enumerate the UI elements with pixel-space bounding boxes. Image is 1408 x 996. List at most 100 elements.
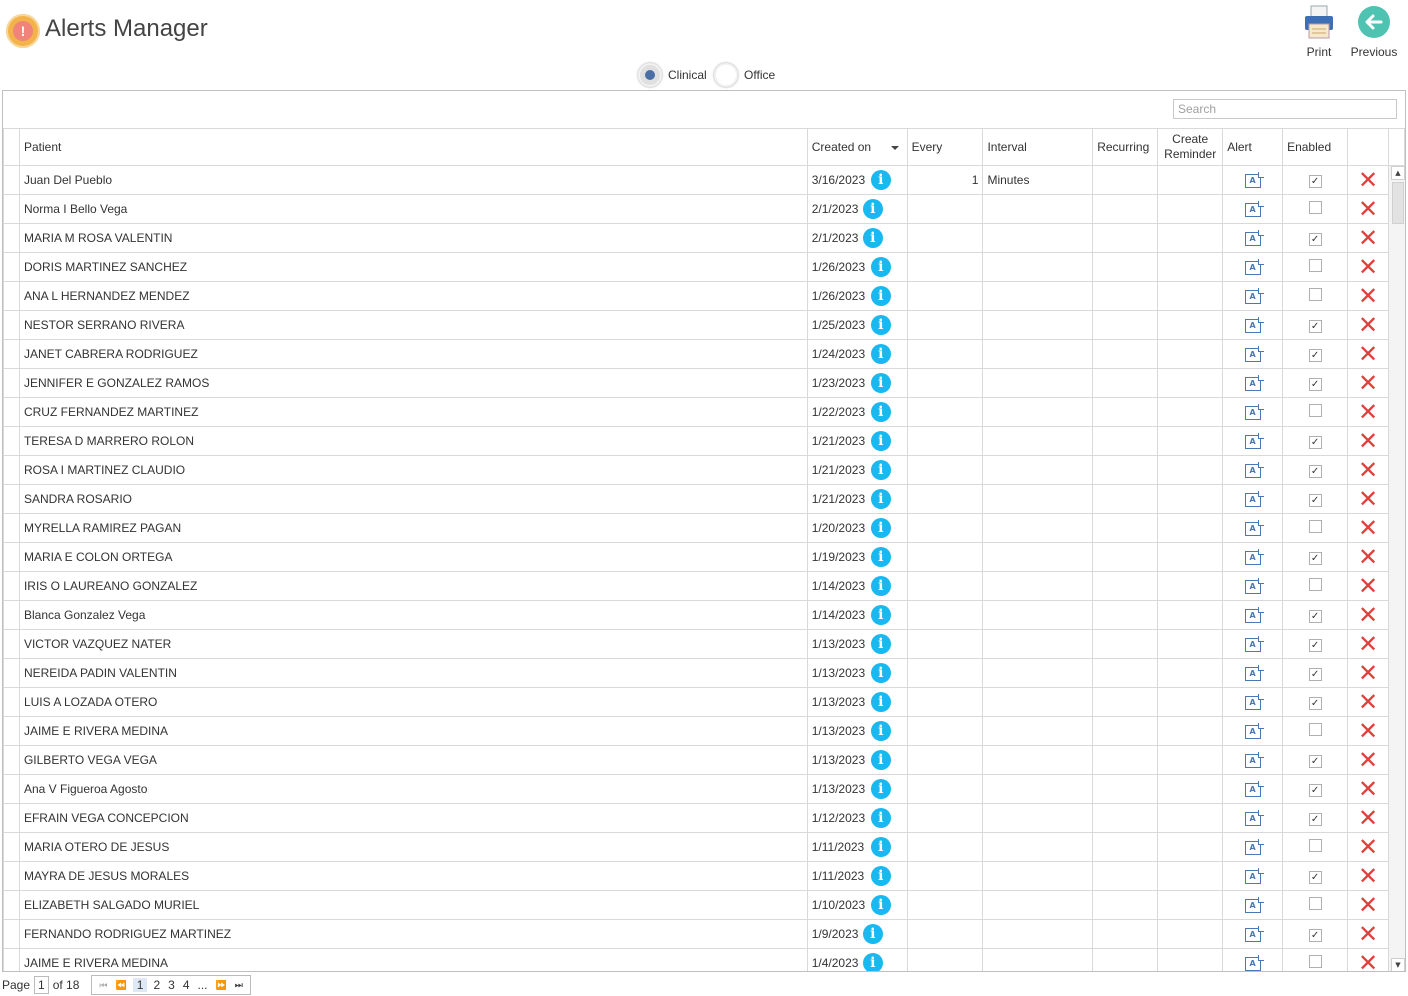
cell-every[interactable] (906, 571, 984, 601)
cell-create-reminder[interactable] (1157, 542, 1224, 572)
cell-delete[interactable]: ✕ (1347, 397, 1389, 427)
enabled-checkbox[interactable]: ✓ (1308, 696, 1322, 710)
table-row[interactable]: MYRELLA RAMIREZ PAGAN 1/20/2023 i A ✕ (3, 513, 1405, 543)
table-row[interactable]: VICTOR VAZQUEZ NATER 1/13/2023 i A ✓ ✕ (3, 629, 1405, 659)
cell-recurring[interactable] (1092, 165, 1159, 195)
cell-alert[interactable]: A (1222, 513, 1284, 543)
cell-created-on[interactable]: 1/25/2023 i (806, 310, 908, 340)
enabled-checkbox[interactable]: ✓ (1308, 174, 1322, 188)
row-indicator[interactable] (3, 861, 20, 891)
cell-enabled[interactable]: ✓ (1282, 455, 1349, 485)
cell-enabled[interactable]: ✓ (1282, 339, 1349, 369)
cell-every[interactable] (906, 310, 984, 340)
info-icon[interactable]: i (870, 895, 891, 915)
cell-recurring[interactable] (1092, 281, 1159, 311)
table-row[interactable]: Blanca Gonzalez Vega 1/14/2023 i A ✓ ✕ (3, 600, 1405, 630)
cell-patient[interactable]: EFRAIN VEGA CONCEPCION (18, 803, 808, 833)
alert-edit-icon[interactable]: A (1244, 549, 1264, 565)
delete-x-icon[interactable]: ✕ (1358, 371, 1378, 395)
enabled-checkbox[interactable]: ✓ (1308, 609, 1322, 623)
enabled-checkbox[interactable]: ✓ (1308, 377, 1322, 391)
cell-every[interactable] (906, 629, 984, 659)
cell-alert[interactable]: A (1222, 571, 1284, 601)
table-row[interactable]: MARIA E COLON ORTEGA 1/19/2023 i A ✓ ✕ (3, 542, 1405, 572)
cell-patient[interactable]: FERNANDO RODRIGUEZ MARTINEZ (18, 919, 808, 949)
cell-recurring[interactable] (1092, 426, 1159, 456)
radio-clinical[interactable]: Clinical (638, 63, 707, 87)
cell-create-reminder[interactable] (1157, 803, 1224, 833)
print-button[interactable]: Print (1298, 4, 1340, 59)
cell-recurring[interactable] (1092, 600, 1159, 630)
cell-enabled[interactable]: ✓ (1282, 774, 1349, 804)
cell-patient[interactable]: MARIA OTERO DE JESUS (18, 832, 808, 862)
cell-create-reminder[interactable] (1157, 310, 1224, 340)
cell-create-reminder[interactable] (1157, 919, 1224, 949)
cell-enabled[interactable]: ✓ (1282, 861, 1349, 891)
cell-interval[interactable] (982, 484, 1094, 514)
info-icon[interactable]: i (870, 257, 891, 277)
column-header-created-on[interactable]: Created on (806, 128, 908, 166)
cell-enabled[interactable] (1282, 397, 1349, 427)
cell-interval[interactable] (982, 716, 1094, 746)
cell-enabled[interactable]: ✓ (1282, 542, 1349, 572)
cell-every[interactable] (906, 948, 984, 971)
cell-every[interactable] (906, 542, 984, 572)
cell-patient[interactable]: Blanca Gonzalez Vega (18, 600, 808, 630)
delete-x-icon[interactable]: ✕ (1358, 603, 1378, 627)
cell-created-on[interactable]: 3/16/2023 i (806, 165, 908, 195)
info-icon[interactable]: i (870, 721, 891, 741)
cell-delete[interactable]: ✕ (1347, 165, 1389, 195)
row-indicator[interactable] (3, 310, 20, 340)
cell-patient[interactable]: CRUZ FERNANDEZ MARTINEZ (18, 397, 808, 427)
info-icon[interactable]: i (870, 866, 891, 886)
cell-delete[interactable]: ✕ (1347, 223, 1389, 253)
cell-create-reminder[interactable] (1157, 426, 1224, 456)
cell-enabled[interactable] (1282, 513, 1349, 543)
delete-x-icon[interactable]: ✕ (1358, 748, 1378, 772)
cell-every[interactable] (906, 890, 984, 920)
enabled-checkbox[interactable]: ✓ (1308, 464, 1322, 478)
info-icon[interactable]: i (870, 373, 891, 393)
pager-page-2[interactable]: 2 (153, 978, 160, 992)
alert-edit-icon[interactable]: A (1244, 868, 1264, 884)
alert-edit-icon[interactable]: A (1244, 752, 1264, 768)
cell-delete[interactable]: ✕ (1347, 948, 1389, 971)
table-row[interactable]: JAIME E RIVERA MEDINA 1/4/2023 i A ✕ (3, 948, 1405, 971)
cell-patient[interactable]: ANA L HERNANDEZ MENDEZ (18, 281, 808, 311)
cell-create-reminder[interactable] (1157, 252, 1224, 282)
cell-every[interactable] (906, 513, 984, 543)
cell-interval[interactable] (982, 832, 1094, 862)
table-row[interactable]: DORIS MARTINEZ SANCHEZ 1/26/2023 i A ✕ (3, 252, 1405, 282)
enabled-checkbox[interactable]: ✓ (1308, 551, 1322, 565)
alert-edit-icon[interactable]: A (1244, 520, 1264, 536)
cell-patient[interactable]: Juan Del Pueblo (18, 165, 808, 195)
cell-enabled[interactable]: ✓ (1282, 310, 1349, 340)
alert-edit-icon[interactable]: A (1244, 317, 1264, 333)
alert-edit-icon[interactable]: A (1244, 607, 1264, 623)
table-row[interactable]: JENNIFER E GONZALEZ RAMOS 1/23/2023 i A ✓ ✕ (3, 368, 1405, 398)
cell-delete[interactable]: ✕ (1347, 716, 1389, 746)
cell-enabled[interactable] (1282, 890, 1349, 920)
cell-patient[interactable]: NESTOR SERRANO RIVERA (18, 310, 808, 340)
scroll-up-icon[interactable]: ▲ (1391, 166, 1405, 180)
cell-recurring[interactable] (1092, 832, 1159, 862)
cell-every[interactable] (906, 339, 984, 369)
delete-x-icon[interactable]: ✕ (1358, 661, 1378, 685)
cell-create-reminder[interactable] (1157, 629, 1224, 659)
cell-create-reminder[interactable] (1157, 600, 1224, 630)
cell-created-on[interactable]: 1/4/2023 i (806, 948, 908, 971)
cell-enabled[interactable]: ✓ (1282, 165, 1349, 195)
cell-alert[interactable]: A (1222, 861, 1284, 891)
row-indicator[interactable] (3, 513, 20, 543)
cell-interval[interactable] (982, 600, 1094, 630)
cell-alert[interactable]: A (1222, 252, 1284, 282)
cell-interval[interactable]: Minutes (982, 165, 1094, 195)
alert-edit-icon[interactable]: A (1244, 810, 1264, 826)
cell-patient[interactable]: Norma I Bello Vega (18, 194, 808, 224)
alert-edit-icon[interactable]: A (1244, 723, 1264, 739)
enabled-checkbox[interactable]: ✓ (1308, 232, 1322, 246)
cell-interval[interactable] (982, 368, 1094, 398)
row-indicator[interactable] (3, 281, 20, 311)
cell-created-on[interactable]: 1/21/2023 i (806, 484, 908, 514)
cell-recurring[interactable] (1092, 223, 1159, 253)
